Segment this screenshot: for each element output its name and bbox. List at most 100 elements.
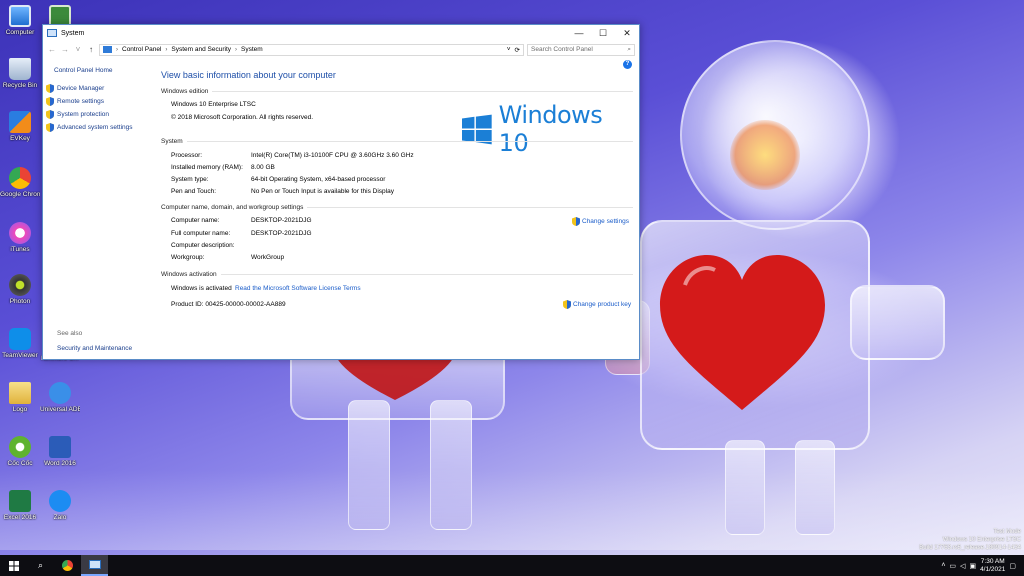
title-bar[interactable]: System — ☐ ✕ xyxy=(43,25,639,41)
address-bar[interactable]: › Control Panel › System and Security › … xyxy=(99,43,524,56)
system-window[interactable]: System — ☐ ✕ ← → ˅ ↑ › Control Panel › S… xyxy=(42,24,640,360)
system-tray: ˄ ▭ ◁ ▣ 7:30 AM 4/1/2021 ▢ xyxy=(941,558,1024,574)
page-title: View basic information about your comput… xyxy=(161,70,336,80)
start-button[interactable] xyxy=(0,555,27,576)
left-panel: Control Panel Home Device Manager Remote… xyxy=(43,59,149,359)
search-icon: ⌕ xyxy=(37,560,44,570)
wallpaper-robot-leg xyxy=(725,440,765,535)
desktop-icon-coccoc[interactable]: Cốc Cốc xyxy=(0,436,40,467)
control-panel-home-link[interactable]: Control Panel Home xyxy=(54,64,149,77)
chrome-icon xyxy=(62,560,73,571)
desktop-icon-excel[interactable]: Excel 2016 xyxy=(0,490,40,521)
windows-edition-heading: Windows edition xyxy=(161,88,209,95)
desktop-icon-label: Google Chrome xyxy=(0,191,40,198)
forward-arrow-icon[interactable]: → xyxy=(60,45,70,54)
system-section: System xyxy=(161,138,633,145)
license-terms-link[interactable]: Read the Microsoft Software License Term… xyxy=(235,285,361,292)
clock-time: 7:30 AM xyxy=(980,557,1005,565)
volume-icon[interactable]: ◁ xyxy=(960,562,965,570)
chevron-up-icon[interactable]: ˄ xyxy=(941,562,945,569)
up-arrow-icon[interactable]: ↑ xyxy=(86,45,96,54)
address-dropdown-chevron-icon[interactable]: ˅ xyxy=(507,46,511,53)
desktop-icon-label: Zalo xyxy=(53,514,67,521)
desktop-icon-recycle-bin[interactable]: Recycle Bin xyxy=(0,58,40,89)
android-icon xyxy=(49,382,71,404)
wallpaper-heart xyxy=(660,255,825,410)
computer-name-heading: Computer name, domain, and workgroup set… xyxy=(161,204,304,211)
row-value: No Pen or Touch Input is available for t… xyxy=(251,188,394,195)
desktop-icon-itunes[interactable]: iTunes xyxy=(0,222,40,253)
wallpaper-robot-glow xyxy=(730,120,800,190)
recent-locations-chevron-icon[interactable]: ˅ xyxy=(73,45,83,54)
refresh-icon[interactable]: ⟳ xyxy=(515,46,520,54)
desktop-icon-zalo[interactable]: Zalo xyxy=(40,490,80,521)
taskbar-chrome-button[interactable] xyxy=(54,555,81,576)
row-value: DESKTOP-2021DJG xyxy=(251,230,312,237)
desktop-icon-teamviewer[interactable]: TeamViewer xyxy=(0,328,40,359)
desktop-icon-label: EVKey xyxy=(10,135,30,142)
row-value: 64-bit Operating System, x64-based proce… xyxy=(251,176,386,183)
watermark-line: Build 17763.rs5_release.180914-1434 xyxy=(919,545,1021,551)
desktop-icon-logo[interactable]: Logo xyxy=(0,382,40,413)
see-also-heading: See also xyxy=(57,330,83,337)
desktop-icon-chrome[interactable]: Google Chrome xyxy=(0,167,40,198)
desktop-icon-adb-driver[interactable]: Universal ADB Drive... xyxy=(40,382,80,413)
breadcrumb-control-panel[interactable]: Control Panel xyxy=(122,46,161,53)
itunes-icon xyxy=(9,222,31,244)
remote-settings-label: Remote settings xyxy=(57,98,104,105)
change-product-key-label: Change product key xyxy=(573,301,632,308)
desktop-icon-label: TeamViewer xyxy=(2,352,38,359)
notifications-icon[interactable]: ▢ xyxy=(1009,562,1016,570)
desktop-icon-photon[interactable]: Photon xyxy=(0,274,40,305)
back-arrow-icon[interactable]: ← xyxy=(47,45,57,54)
row-key: Full computer name: xyxy=(171,230,231,237)
change-settings-label: Change settings xyxy=(582,218,629,225)
desktop-icon-evkey[interactable]: EVKey xyxy=(0,111,40,142)
zalo-icon xyxy=(49,490,71,512)
word-icon xyxy=(49,436,71,458)
security-and-maintenance-label: Security and Maintenance xyxy=(57,345,133,352)
product-id: Product ID: 00425-00000-00002-AA889 xyxy=(171,301,286,308)
desktop-icon-word[interactable]: Word 2016 xyxy=(40,436,80,467)
uac-shield-icon xyxy=(46,84,54,93)
search-icon[interactable]: ⌕ xyxy=(627,46,631,54)
teamviewer-icon xyxy=(9,328,31,350)
folder-icon xyxy=(9,382,31,404)
recycle-bin-icon xyxy=(9,58,31,80)
close-button[interactable]: ✕ xyxy=(615,25,639,41)
row-key: Installed memory (RAM): xyxy=(171,164,243,171)
change-settings-link[interactable]: Change settings xyxy=(572,217,629,226)
maximize-button[interactable]: ☐ xyxy=(591,25,615,41)
edition-name-value: Windows 10 Enterprise LTSC xyxy=(171,101,256,108)
minimize-button[interactable]: — xyxy=(567,25,591,41)
device-manager-link[interactable]: Device Manager xyxy=(43,82,149,95)
search-input[interactable]: Search Control Panel ⌕ xyxy=(527,43,635,56)
remote-settings-link[interactable]: Remote settings xyxy=(43,95,149,108)
taskbar-system-window-button[interactable] xyxy=(81,555,108,576)
change-product-key-link[interactable]: Change product key xyxy=(563,300,631,309)
chrome-icon xyxy=(9,167,31,189)
row-value: Intel(R) Core(TM) i3-10100F CPU @ 3.60GH… xyxy=(251,152,414,159)
uac-shield-icon xyxy=(563,300,571,309)
control-panel-home-label: Control Panel Home xyxy=(54,67,113,74)
desktop-icon-computer[interactable]: Computer xyxy=(0,5,40,36)
system-window-icon xyxy=(47,29,57,37)
desktop-icon-label: Excel 2016 xyxy=(3,514,37,521)
breadcrumb-system[interactable]: System xyxy=(241,46,263,53)
system-protection-link[interactable]: System protection xyxy=(43,108,149,121)
computer-icon xyxy=(9,5,31,27)
activation-status: Windows is activated xyxy=(171,285,232,292)
computer-name-section: Computer name, domain, and workgroup set… xyxy=(161,204,633,211)
clock[interactable]: 7:30 AM 4/1/2021 xyxy=(980,558,1005,574)
search-taskbar-button[interactable]: ⌕ xyxy=(27,555,54,576)
breadcrumb-system-and-security[interactable]: System and Security xyxy=(171,46,231,53)
system-window-icon xyxy=(88,560,101,569)
windows-10-logo: Windows 10 xyxy=(462,101,633,157)
row-key: Computer name: xyxy=(171,217,220,224)
security-and-maintenance-link[interactable]: Security and Maintenance xyxy=(54,342,132,355)
help-icon[interactable]: ? xyxy=(623,60,632,69)
advanced-system-settings-link[interactable]: Advanced system settings xyxy=(43,121,149,134)
network-icon[interactable]: ▭ xyxy=(949,562,956,570)
language-icon[interactable]: ▣ xyxy=(969,562,976,570)
test-mode-watermark: Test Mode Windows 10 Enterprise LTSC Bui… xyxy=(919,528,1021,552)
